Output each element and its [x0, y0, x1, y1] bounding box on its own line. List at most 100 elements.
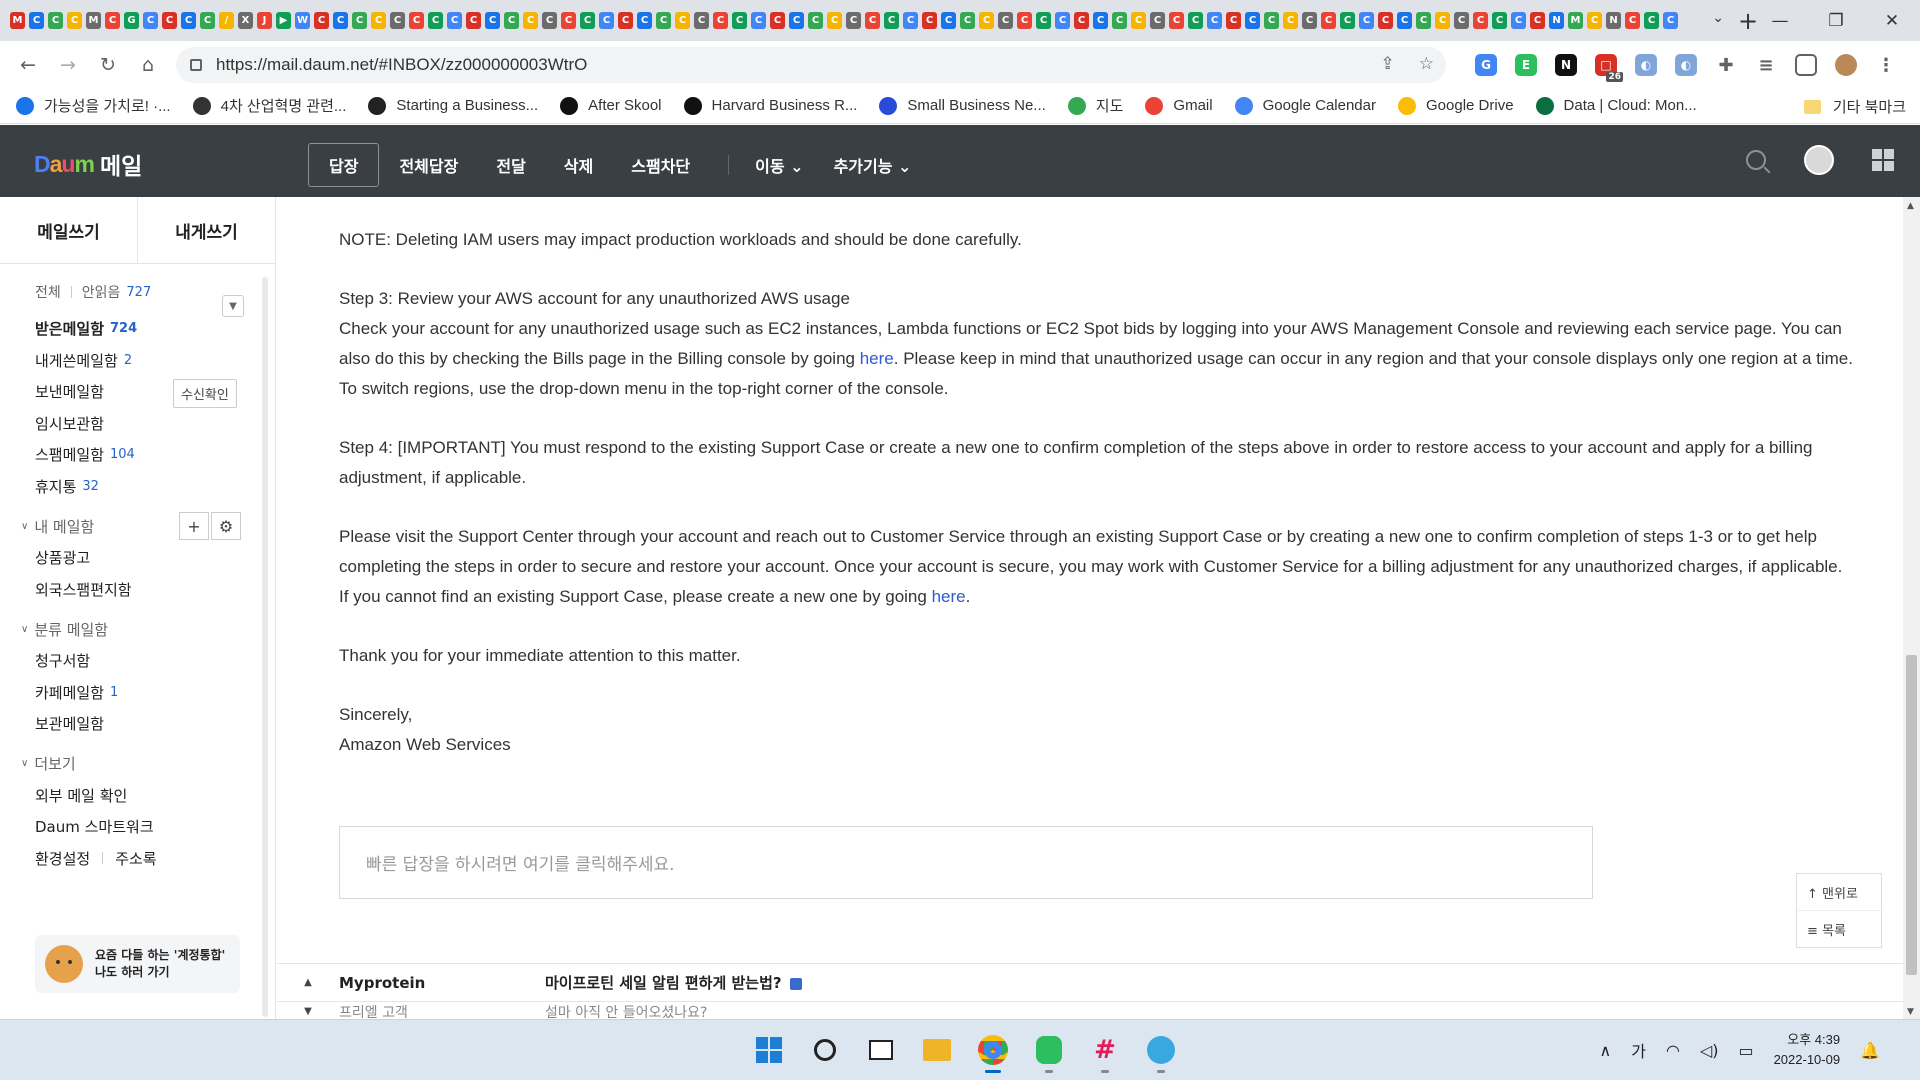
extension-icon[interactable]: ◐: [1675, 54, 1697, 76]
bookmark-item[interactable]: Harvard Business R...: [683, 96, 857, 115]
tab-favicon[interactable]: M: [86, 12, 101, 29]
all-mail-link[interactable]: 전체: [35, 282, 61, 302]
tab-search-icon[interactable]: ⌄: [1712, 10, 1724, 26]
category-section[interactable]: ∨ 분류 메일함: [21, 613, 275, 645]
battery-icon[interactable]: ▭: [1738, 1041, 1753, 1060]
forward-icon[interactable]: →: [48, 54, 88, 76]
address-book-link[interactable]: 주소록: [115, 848, 156, 869]
mailbox-item[interactable]: 임시보관함: [35, 408, 275, 440]
scrollbar-thumb[interactable]: [1906, 655, 1917, 975]
tab-favicon[interactable]: C: [865, 12, 880, 29]
settings-link[interactable]: 환경설정: [35, 848, 90, 869]
next-mail-row[interactable]: ▲ Myprotein 마이프로틴 세일 알림 편하게 받는법?: [277, 963, 1903, 1001]
tab-favicon[interactable]: C: [162, 12, 177, 29]
tab-favicon[interactable]: C: [1359, 12, 1374, 29]
tab-favicon[interactable]: C: [808, 12, 823, 29]
tab-favicon[interactable]: C: [1302, 12, 1317, 29]
tab-favicon[interactable]: C: [1492, 12, 1507, 29]
bookmark-item[interactable]: Small Business Ne...: [879, 96, 1046, 115]
mailbox-item[interactable]: 보관메일함: [35, 708, 275, 740]
tab-favicon[interactable]: C: [1625, 12, 1640, 29]
lock-icon[interactable]: [190, 59, 202, 71]
tab-favicon[interactable]: G: [124, 12, 139, 29]
ime-indicator[interactable]: 가: [1631, 1038, 1646, 1062]
other-bookmarks[interactable]: 기타 북마크: [1803, 96, 1906, 117]
tab-favicon[interactable]: C: [637, 12, 652, 29]
tab-favicon[interactable]: C: [447, 12, 462, 29]
tab-favicon[interactable]: J: [257, 12, 272, 29]
tab-favicon[interactable]: C: [1435, 12, 1450, 29]
mailbox-item[interactable]: 받은메일함 724: [35, 313, 275, 345]
tab-favicon[interactable]: C: [751, 12, 766, 29]
account-merge-promo[interactable]: 요즘 다들 하는 '계정통합' 나도 하러 가기: [35, 935, 240, 993]
tab-favicon[interactable]: C: [1074, 12, 1089, 29]
daum-logo[interactable]: Daum 메일: [34, 147, 142, 181]
tab-favicon[interactable]: C: [561, 12, 576, 29]
sidebar-scrollbar[interactable]: [262, 277, 268, 1017]
add-folder-icon[interactable]: +: [179, 512, 209, 540]
bookmark-item[interactable]: Starting a Business...: [368, 96, 538, 115]
bookmark-item[interactable]: 4차 산업혁명 관련...: [192, 95, 346, 116]
volume-icon[interactable]: ◁): [1700, 1041, 1719, 1060]
tab-favicon[interactable]: C: [1397, 12, 1412, 29]
tab-favicon[interactable]: W: [295, 12, 310, 29]
tab-favicon[interactable]: M: [10, 12, 25, 29]
mailbox-item[interactable]: 내게쓴메일함 2: [35, 345, 275, 377]
tab-favicon[interactable]: C: [675, 12, 690, 29]
tab-favicon[interactable]: N: [1606, 12, 1621, 29]
scroll-up-icon[interactable]: ▲: [1907, 201, 1914, 211]
bookmark-item[interactable]: Gmail: [1145, 96, 1213, 115]
mailbox-item[interactable]: 휴지통 32: [35, 471, 275, 503]
home-icon[interactable]: ⌂: [128, 54, 168, 76]
profile-avatar[interactable]: [1835, 54, 1857, 76]
start-button[interactable]: [750, 1030, 788, 1070]
evernote-icon[interactable]: [1030, 1030, 1068, 1073]
tab-favicon[interactable]: C: [143, 12, 158, 29]
wifi-icon[interactable]: ◠: [1666, 1041, 1680, 1060]
url-text[interactable]: https://mail.daum.net/#INBOX/zz000000003…: [216, 55, 587, 75]
tab-favicon[interactable]: C: [1169, 12, 1184, 29]
tab-favicon[interactable]: C: [998, 12, 1013, 29]
list-button[interactable]: ≡ 목록: [1797, 911, 1881, 948]
receipt-check-button[interactable]: 수신확인: [173, 379, 237, 408]
bookmark-item[interactable]: After Skool: [560, 96, 662, 115]
bookmark-item[interactable]: Data | Cloud: Mon...: [1535, 96, 1697, 115]
tab-favicon[interactable]: C: [200, 12, 215, 29]
task-view-icon[interactable]: [862, 1030, 900, 1070]
tab-favicon[interactable]: C: [314, 12, 329, 29]
side-panel-icon[interactable]: [1795, 54, 1817, 76]
tab-favicon[interactable]: M: [1568, 12, 1583, 29]
more-features-dropdown[interactable]: 추가기능 ⌄: [834, 153, 912, 177]
tab-favicon[interactable]: C: [523, 12, 538, 29]
unread-link[interactable]: 안읽음: [82, 282, 121, 302]
tab-favicon[interactable]: C: [67, 12, 82, 29]
tab-favicon[interactable]: C: [1131, 12, 1146, 29]
tab-favicon[interactable]: C: [390, 12, 405, 29]
more-section[interactable]: ∨ 더보기: [21, 748, 275, 780]
tab-favicon[interactable]: C: [694, 12, 709, 29]
billing-here-link[interactable]: here: [860, 349, 894, 368]
gear-icon[interactable]: ⚙: [211, 512, 241, 540]
bookmark-item[interactable]: 가능성을 가치로! ·...: [16, 95, 171, 116]
mailbox-item[interactable]: 스팸메일함 104: [35, 439, 275, 471]
tab-favicon[interactable]: C: [1150, 12, 1165, 29]
tab-favicon[interactable]: C: [352, 12, 367, 29]
tab-favicon[interactable]: C: [371, 12, 386, 29]
tab-favicon[interactable]: C: [941, 12, 956, 29]
bookmark-item[interactable]: 지도: [1067, 95, 1123, 116]
tab-favicon[interactable]: C: [48, 12, 63, 29]
mailbox-item[interactable]: 상품광고: [35, 542, 275, 574]
extension-icon[interactable]: ◐: [1635, 54, 1657, 76]
tab-favicon[interactable]: C: [656, 12, 671, 29]
avatar[interactable]: [1804, 145, 1834, 175]
tab-favicon[interactable]: C: [409, 12, 424, 29]
tab-favicon[interactable]: C: [903, 12, 918, 29]
support-here-link[interactable]: here: [932, 587, 966, 606]
tab-favicon[interactable]: C: [29, 12, 44, 29]
restore-button[interactable]: ❐: [1808, 11, 1864, 31]
my-folders-section[interactable]: ∨ 내 메일함 + ⚙: [21, 510, 275, 542]
reload-icon[interactable]: ↻: [88, 54, 128, 76]
tab-favicon[interactable]: C: [960, 12, 975, 29]
clock[interactable]: 오후 4:39 2022-10-09: [1774, 1030, 1841, 1070]
tab-favicon[interactable]: C: [485, 12, 500, 29]
